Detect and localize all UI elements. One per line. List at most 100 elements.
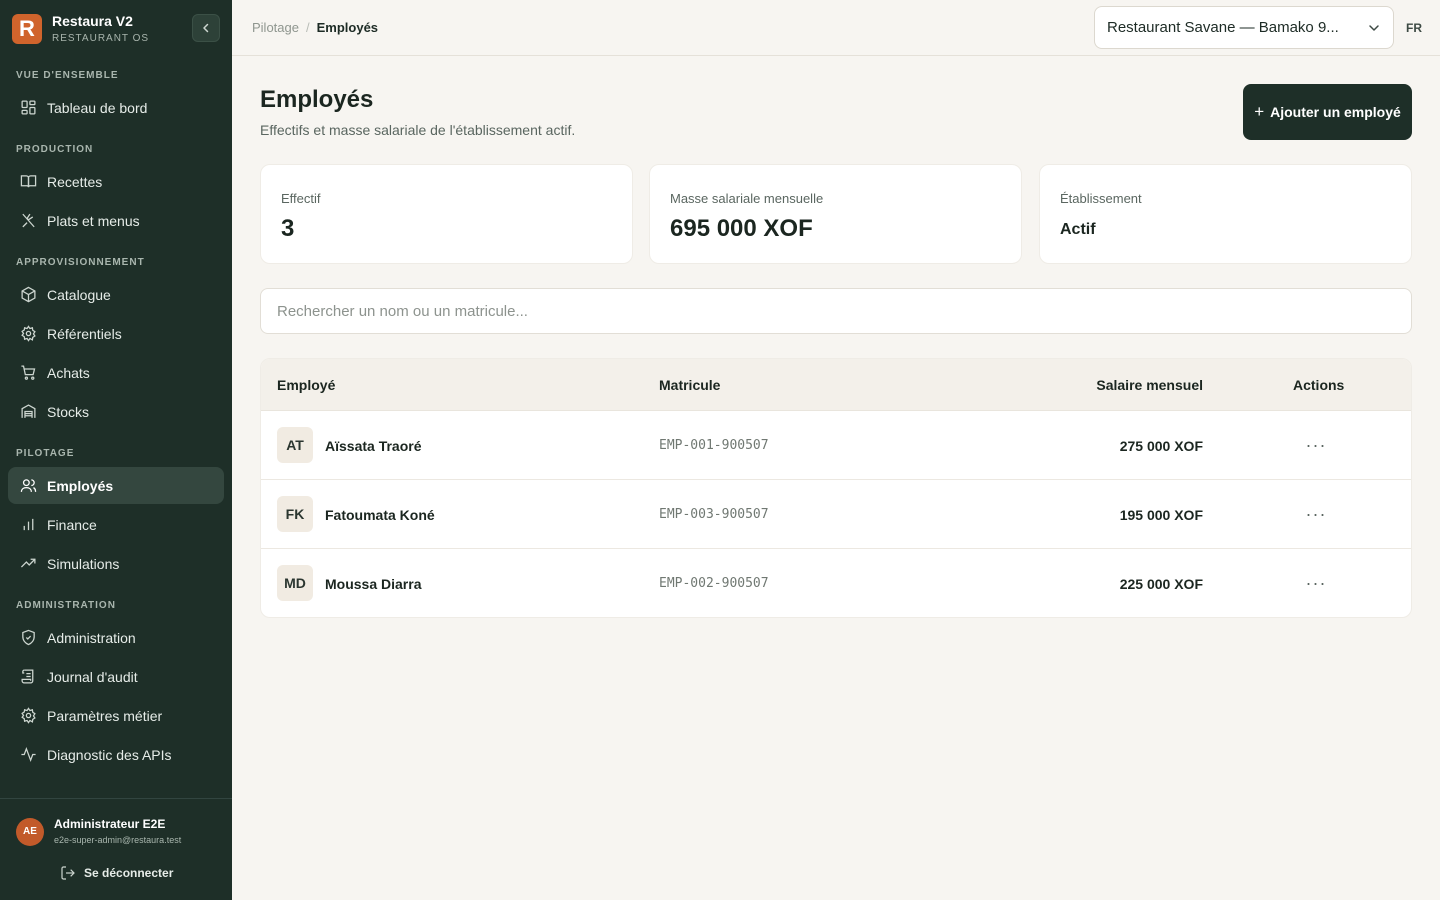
employee-matricule: EMP-003-900507 bbox=[659, 507, 769, 522]
employees-table: Employé Matricule Salaire mensuel Action… bbox=[260, 358, 1412, 618]
sidebar-item-employees[interactable]: Employés bbox=[8, 467, 224, 504]
sidebar-item-label: Paramètres métier bbox=[47, 707, 163, 724]
sidebar-item-label: Achats bbox=[47, 364, 90, 381]
pulse-icon bbox=[21, 747, 36, 762]
sidebar-item-label: Tableau de bord bbox=[47, 99, 148, 116]
sidebar: R Restaura V2 RESTAURANT OS VUE D'ENSEMB… bbox=[0, 0, 232, 900]
table-row[interactable]: MD Moussa Diarra EMP-002-900507 225 000 … bbox=[261, 549, 1411, 617]
employee-name: Fatoumata Koné bbox=[325, 507, 435, 523]
more-actions-button[interactable]: ··· bbox=[1301, 569, 1331, 597]
avatar: AE bbox=[16, 817, 44, 846]
employee-matricule: EMP-001-900507 bbox=[659, 438, 769, 453]
stat-card-headcount: Effectif 3 bbox=[260, 164, 633, 264]
topbar: Pilotage / Employés Restaurant Savane — … bbox=[232, 0, 1440, 56]
sidebar-item-label: Plats et menus bbox=[47, 212, 140, 229]
warehouse-icon bbox=[21, 404, 36, 418]
avatar: FK bbox=[277, 496, 313, 532]
employee-name: Moussa Diarra bbox=[325, 576, 422, 592]
brand-name: Restaura V2 bbox=[52, 13, 133, 29]
nav-section-administration: ADMINISTRATION bbox=[16, 600, 116, 611]
sidebar-item-label: Simulations bbox=[47, 555, 120, 572]
table-header: Employé Matricule Salaire mensuel Action… bbox=[261, 359, 1411, 411]
trend-icon bbox=[20, 558, 36, 568]
sidebar-item-label: Catalogue bbox=[47, 286, 111, 303]
plus-icon: + bbox=[1254, 102, 1265, 121]
page-subtitle: Effectifs et masse salariale de l'établi… bbox=[260, 122, 576, 138]
nav-section-pilotage: PILOTAGE bbox=[16, 448, 75, 459]
sidebar-item-label: Stocks bbox=[47, 403, 90, 420]
stat-label: Établissement bbox=[1060, 191, 1142, 206]
employee-salary: 195 000 XOF bbox=[1119, 507, 1203, 523]
gear-icon bbox=[21, 325, 36, 342]
sidebar-footer: AE Administrateur E2E e2e-super-admin@re… bbox=[0, 798, 232, 900]
sidebar-item-simulations[interactable]: Simulations bbox=[8, 545, 224, 582]
sidebar-item-label: Administration bbox=[47, 629, 136, 646]
stat-value: Actif bbox=[1060, 221, 1096, 238]
sidebar-item-recipes[interactable]: Recettes bbox=[8, 163, 224, 200]
sidebar-item-label: Finance bbox=[47, 516, 97, 533]
more-actions-button[interactable]: ··· bbox=[1301, 500, 1331, 528]
logout-icon bbox=[61, 866, 75, 880]
sidebar-item-dishes-menus[interactable]: Plats et menus bbox=[8, 202, 224, 239]
employee-name: Aïssata Traoré bbox=[325, 438, 422, 454]
sidebar-item-purchases[interactable]: Achats bbox=[8, 354, 224, 391]
breadcrumb-pilotage[interactable]: Pilotage bbox=[252, 20, 299, 35]
bar-chart-icon bbox=[23, 518, 34, 531]
employee-matricule: EMP-002-900507 bbox=[659, 576, 769, 591]
sidebar-item-label: Journal d'audit bbox=[47, 668, 138, 685]
shield-icon bbox=[22, 629, 35, 646]
language-switch[interactable]: FR bbox=[1406, 21, 1422, 35]
sidebar-item-label: Diagnostic des APIs bbox=[47, 746, 172, 763]
user-name: Administrateur E2E bbox=[54, 817, 166, 831]
column-header-salary[interactable]: Salaire mensuel bbox=[1096, 377, 1203, 393]
sidebar-item-label: Employés bbox=[47, 477, 114, 494]
book-icon bbox=[20, 175, 37, 188]
sidebar-item-stocks[interactable]: Stocks bbox=[8, 393, 224, 430]
breadcrumb-separator: / bbox=[305, 20, 310, 35]
breadcrumb: Pilotage / Employés bbox=[252, 20, 378, 35]
sidebar-item-label: Référentiels bbox=[47, 325, 122, 342]
column-header-matricule[interactable]: Matricule bbox=[659, 377, 720, 393]
stat-card-payroll: Masse salariale mensuelle 695 000 XOF bbox=[649, 164, 1022, 264]
table-row[interactable]: AT Aïssata Traoré EMP-001-900507 275 000… bbox=[261, 411, 1411, 480]
sidebar-item-catalogue[interactable]: Catalogue bbox=[8, 276, 224, 313]
page-title: Employés bbox=[260, 86, 374, 113]
sidebar-item-audit-log[interactable]: Journal d'audit bbox=[8, 658, 224, 695]
sidebar-item-api-diagnostics[interactable]: Diagnostic des APIs bbox=[8, 736, 224, 773]
dashboard-icon bbox=[21, 100, 36, 115]
logout-label: Se déconnecter bbox=[84, 866, 174, 880]
sidebar-item-dashboard[interactable]: Tableau de bord bbox=[8, 89, 224, 126]
chevron-left-icon bbox=[203, 23, 209, 33]
add-employee-button[interactable]: + Ajouter un employé bbox=[1243, 84, 1412, 140]
restaurant-select[interactable]: Restaurant Savane — Bamako 9... bbox=[1094, 6, 1394, 49]
chevron-down-icon bbox=[1369, 24, 1379, 31]
employee-salary: 275 000 XOF bbox=[1119, 438, 1203, 454]
stat-label: Effectif bbox=[281, 191, 321, 206]
user-profile[interactable]: AE Administrateur E2E e2e-super-admin@re… bbox=[16, 817, 181, 846]
nav-section-supply: APPROVISIONNEMENT bbox=[16, 257, 145, 268]
scroll-icon bbox=[21, 669, 34, 684]
employee-salary: 225 000 XOF bbox=[1119, 576, 1203, 592]
brand-logo: R bbox=[12, 14, 42, 44]
collapse-sidebar-button[interactable] bbox=[192, 14, 220, 42]
sidebar-item-referentials[interactable]: Référentiels bbox=[8, 315, 224, 352]
sidebar-item-administration[interactable]: Administration bbox=[8, 619, 224, 656]
stat-value: 695 000 XOF bbox=[670, 215, 813, 242]
nav-section-overview: VUE D'ENSEMBLE bbox=[16, 70, 119, 81]
user-email: e2e-super-admin@restaura.test bbox=[54, 835, 182, 845]
logout-button[interactable]: Se déconnecter bbox=[60, 865, 173, 881]
more-actions-button[interactable]: ··· bbox=[1301, 431, 1331, 459]
stat-card-establishment: Établissement Actif bbox=[1039, 164, 1412, 264]
table-row[interactable]: FK Fatoumata Koné EMP-003-900507 195 000… bbox=[261, 480, 1411, 549]
utensils-icon bbox=[22, 213, 35, 228]
users-icon bbox=[20, 479, 37, 492]
sidebar-item-label: Recettes bbox=[47, 173, 103, 190]
avatar: MD bbox=[277, 565, 313, 601]
sidebar-item-business-settings[interactable]: Paramètres métier bbox=[8, 697, 224, 734]
column-header-employee[interactable]: Employé bbox=[277, 377, 335, 393]
sidebar-item-finance[interactable]: Finance bbox=[8, 506, 224, 543]
search-input[interactable] bbox=[260, 288, 1412, 334]
brand-subtitle: RESTAURANT OS bbox=[52, 33, 150, 44]
brand[interactable]: R Restaura V2 RESTAURANT OS bbox=[12, 13, 149, 45]
nav-section-production: PRODUCTION bbox=[16, 144, 94, 155]
